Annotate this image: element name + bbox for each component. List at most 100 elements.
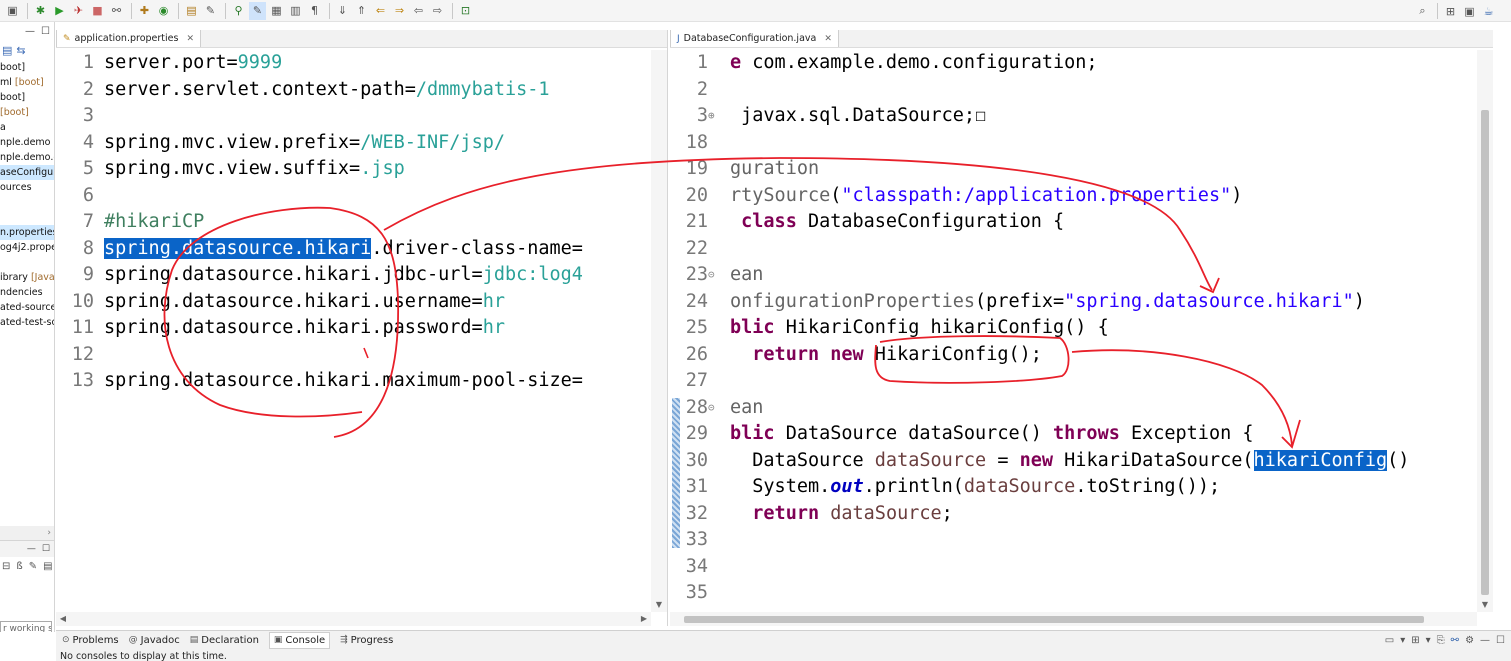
code-line[interactable]: 23⊝ ean bbox=[670, 262, 1409, 289]
code-line[interactable]: 5 spring.mvc.view.suffix=.jsp bbox=[56, 156, 583, 183]
new-java-project-icon[interactable]: ✚ bbox=[136, 2, 153, 20]
console-display-icon[interactable]: ▭ bbox=[1385, 635, 1394, 646]
scroll-right-icon[interactable]: › bbox=[47, 528, 51, 538]
vertical-scroll-thumb[interactable] bbox=[1481, 110, 1489, 595]
code-line[interactable]: 12 bbox=[56, 342, 583, 369]
java-ee-perspective-icon[interactable]: ▣ bbox=[1461, 2, 1478, 20]
code-line[interactable]: 20 rtySource("classpath:/application.prop… bbox=[670, 183, 1409, 210]
code-line[interactable]: 18 bbox=[670, 130, 1409, 157]
code-line[interactable]: 26 return new HikariConfig(); bbox=[670, 342, 1409, 369]
tree-item[interactable]: ated-sources bbox=[0, 300, 54, 315]
tab-console[interactable]: ▣ Console bbox=[268, 631, 331, 649]
forward-history-icon[interactable]: ⇨ bbox=[429, 2, 446, 20]
code-line[interactable]: 21 class DatabaseConfiguration { bbox=[670, 209, 1409, 236]
fold-marker[interactable]: ⊝ bbox=[708, 262, 718, 289]
code-line[interactable]: 11 spring.datasource.hikari.password=hr bbox=[56, 315, 583, 342]
new-console-icon[interactable]: ▾ bbox=[1426, 635, 1431, 646]
minimize-icon[interactable]: — bbox=[25, 26, 35, 37]
tree-item[interactable] bbox=[0, 255, 54, 270]
code-line[interactable]: 4 spring.mvc.view.prefix=/WEB-INF/jsp/ bbox=[56, 130, 583, 157]
code-line[interactable]: 29 blic DataSource dataSource() throws Ex… bbox=[670, 421, 1409, 448]
close-icon[interactable]: ✕ bbox=[824, 34, 832, 44]
sort-icon[interactable]: ß bbox=[16, 561, 22, 572]
code-line[interactable]: 28⊝ ean bbox=[670, 395, 1409, 422]
forward-icon[interactable]: ⇒ bbox=[391, 2, 408, 20]
prev-annotation-icon[interactable]: ⇑ bbox=[353, 2, 370, 20]
tree-item[interactable]: og4j2.prope bbox=[0, 240, 54, 255]
code-line[interactable]: 35 bbox=[670, 580, 1409, 607]
tree-item[interactable]: boot] bbox=[0, 90, 54, 105]
filter-icon[interactable]: ⊟ bbox=[2, 561, 10, 572]
close-icon[interactable]: ✕ bbox=[186, 34, 194, 44]
maximize-icon[interactable]: ☐ bbox=[41, 26, 50, 37]
tree-item[interactable]: ated-test-sou bbox=[0, 315, 54, 330]
settings-icon[interactable]: ⚙ bbox=[1465, 635, 1474, 646]
code-line[interactable]: 3⊕ javax.sql.DataSource;☐ bbox=[670, 103, 1409, 130]
tab-javadoc[interactable]: @ Javadoc bbox=[129, 635, 180, 646]
tree-item[interactable]: ources bbox=[0, 180, 54, 195]
pencil-icon[interactable]: ✎ bbox=[29, 561, 37, 572]
code-line[interactable]: 7 #hikariCP bbox=[56, 209, 583, 236]
tree-item[interactable] bbox=[0, 195, 54, 210]
back-icon[interactable]: ⇐ bbox=[372, 2, 389, 20]
code-line[interactable]: 10 spring.datasource.hikari.username=hr bbox=[56, 289, 583, 316]
properties-editor[interactable]: ✎ application.properties ✕ 1 server.port=… bbox=[56, 30, 668, 626]
highlight-icon[interactable]: ✎ bbox=[249, 1, 266, 20]
tree-item[interactable]: a bbox=[0, 120, 54, 135]
search-icon[interactable]: ✎ bbox=[202, 2, 219, 20]
explorer-horizontal-scrollbar[interactable]: › bbox=[0, 526, 54, 540]
copy-icon[interactable]: ⎘ bbox=[1437, 635, 1445, 646]
tab-problems[interactable]: ⊙ Problems bbox=[62, 635, 119, 646]
properties-horizontal-scrollbar[interactable]: ◀ ▶ bbox=[56, 612, 651, 626]
properties-code[interactable]: 1 server.port=9999 2 server.servlet.context… bbox=[56, 50, 583, 395]
toggle-mark-icon[interactable]: ⚲ bbox=[230, 2, 247, 20]
new-class-icon[interactable]: ◉ bbox=[155, 2, 172, 20]
save-icon[interactable]: ▣ bbox=[4, 2, 21, 20]
open-type-icon[interactable]: ▤ bbox=[183, 2, 200, 20]
code-line[interactable]: 25 blic HikariConfig hikariConfig() { bbox=[670, 315, 1409, 342]
link-console-icon[interactable]: ⚯ bbox=[1451, 635, 1459, 646]
tree-item[interactable]: nple.demo bbox=[0, 135, 54, 150]
scroll-down-icon[interactable]: ▼ bbox=[651, 598, 667, 612]
scroll-up-icon[interactable] bbox=[651, 50, 667, 64]
tree-item[interactable]: ndencies bbox=[0, 285, 54, 300]
java-editor[interactable]: J DatabaseConfiguration.java ✕ 1 e com.ex… bbox=[670, 30, 1493, 626]
code-line[interactable]: 13 spring.datasource.hikari.maximum-pool-… bbox=[56, 368, 583, 395]
tab-database-configuration[interactable]: J DatabaseConfiguration.java ✕ bbox=[670, 30, 839, 47]
scroll-left-icon[interactable]: ◀ bbox=[56, 612, 70, 626]
code-line[interactable]: 1 server.port=9999 bbox=[56, 50, 583, 77]
code-line[interactable]: 1 e com.example.demo.configuration; bbox=[670, 50, 1409, 77]
tree-item[interactable] bbox=[0, 210, 54, 225]
java-code[interactable]: 1e com.example.demo.configuration; 2 3⊕ ja… bbox=[670, 50, 1410, 607]
tree-item[interactable]: n.properties bbox=[0, 225, 54, 240]
run-icon[interactable]: ▶ bbox=[51, 2, 68, 20]
tree-item[interactable]: nple.demo.cc bbox=[0, 150, 54, 165]
debug-icon[interactable]: ✱ bbox=[32, 2, 49, 20]
code-line[interactable]: 9 spring.datasource.hikari.jdbc-url=jdbc:… bbox=[56, 262, 583, 289]
properties-vertical-scrollbar[interactable]: ▼ bbox=[651, 50, 667, 612]
open-console-icon[interactable]: ⊞ bbox=[1411, 635, 1419, 646]
scroll-right-icon[interactable]: ▶ bbox=[637, 612, 651, 626]
tree-item[interactable]: boot] bbox=[0, 60, 54, 75]
code-line[interactable]: 31 System.out.println(dataSource.toStrin… bbox=[670, 474, 1409, 501]
fold-marker[interactable]: ⊝ bbox=[708, 395, 718, 422]
code-line[interactable]: 34 bbox=[670, 554, 1409, 581]
collapse-all-icon[interactable]: ▤ bbox=[2, 44, 12, 57]
java-perspective-icon[interactable]: ☕ bbox=[1480, 2, 1497, 20]
link-icon[interactable]: ⚯ bbox=[108, 2, 125, 20]
tree-item[interactable]: [boot] bbox=[0, 105, 54, 120]
tab-progress[interactable]: ⇶ Progress bbox=[340, 635, 393, 646]
code-line[interactable]: 33 bbox=[670, 527, 1409, 554]
back-history-icon[interactable]: ⇦ bbox=[410, 2, 427, 20]
code-line[interactable]: 32 return dataSource; bbox=[670, 501, 1409, 528]
code-line[interactable]: 3 bbox=[56, 103, 583, 130]
working-set-field[interactable]: r working s bbox=[0, 621, 52, 632]
tree-item[interactable]: ibrary [JavaS bbox=[0, 270, 54, 285]
code-line[interactable]: 24 onfigurationProperties(prefix="spring.… bbox=[670, 289, 1409, 316]
code-line[interactable]: 22 bbox=[670, 236, 1409, 263]
panel-icon[interactable]: ▤ bbox=[43, 561, 52, 572]
next-annotation-icon[interactable]: ⇓ bbox=[334, 2, 351, 20]
horizontal-scroll-thumb[interactable] bbox=[684, 616, 1424, 623]
scroll-down-icon[interactable]: ▼ bbox=[1477, 598, 1493, 612]
tab-declaration[interactable]: ▤ Declaration bbox=[190, 635, 259, 646]
